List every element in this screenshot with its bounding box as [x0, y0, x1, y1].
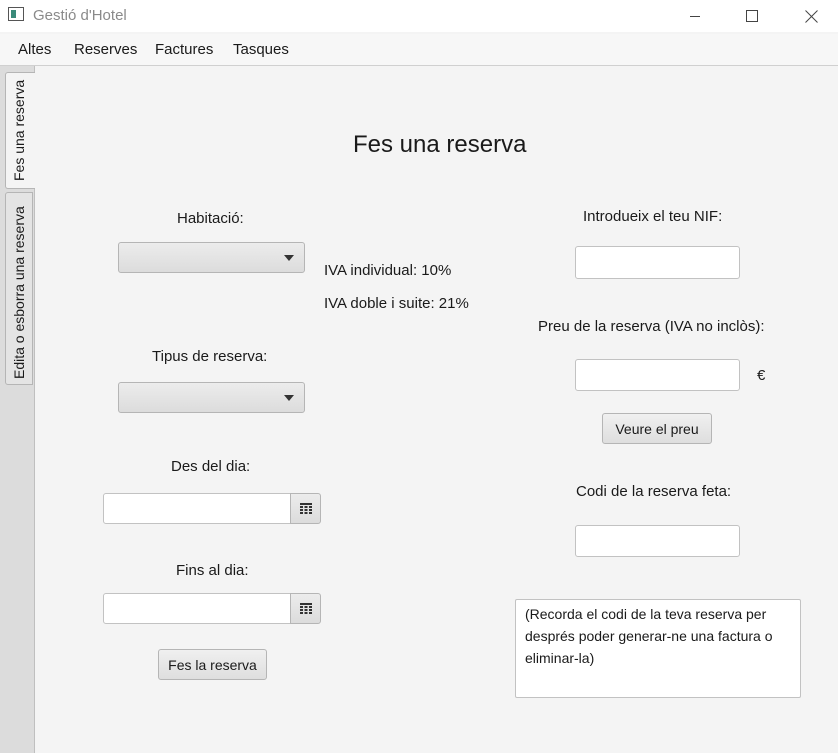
close-button[interactable]: [788, 0, 834, 32]
fins-date-input[interactable]: [103, 593, 291, 624]
tab-label: Fes una reserva: [11, 79, 27, 181]
calendar-icon: [299, 503, 312, 514]
tipus-label: Tipus de reserva:: [152, 348, 268, 365]
habitacio-label: Habitació:: [177, 210, 244, 227]
menu-factures[interactable]: Factures: [155, 41, 213, 58]
menu-tasques[interactable]: Tasques: [233, 41, 289, 58]
fins-date-picker: [103, 593, 321, 624]
preu-label: Preu de la reserva (IVA no inclòs):: [538, 318, 765, 335]
veure-el-preu-button[interactable]: Veure el preu: [602, 413, 712, 444]
nif-label: Introdueix el teu NIF:: [583, 208, 723, 225]
chevron-down-icon: [284, 255, 294, 261]
fes-la-reserva-button[interactable]: Fes la reserva: [158, 649, 267, 680]
minimize-button[interactable]: [672, 0, 718, 32]
tab-edita-o-esborra[interactable]: Edita o esborra una reserva: [5, 192, 33, 385]
nif-input[interactable]: [575, 246, 740, 279]
preu-input[interactable]: [575, 359, 740, 391]
app-icon: [8, 7, 24, 21]
fins-label: Fins al dia:: [176, 562, 249, 579]
maximize-icon: [746, 10, 758, 22]
tipus-combo[interactable]: [118, 382, 305, 413]
fins-calendar-button[interactable]: [290, 593, 321, 624]
window-title: Gestió d'Hotel: [33, 7, 127, 24]
des-date-input[interactable]: [103, 493, 291, 524]
codi-label: Codi de la reserva feta:: [576, 483, 732, 500]
iva-doble-text: IVA doble i suite: 21%: [324, 295, 469, 312]
des-label: Des del dia:: [171, 458, 251, 475]
reminder-note: (Recorda el codi de la teva reserva per …: [515, 599, 801, 698]
habitacio-combo[interactable]: [118, 242, 305, 273]
des-date-picker: [103, 493, 321, 524]
minimize-icon: [690, 16, 700, 17]
menu-bar: Altes Reserves Factures Tasques: [0, 34, 838, 66]
title-bar: Gestió d'Hotel: [0, 0, 838, 32]
des-calendar-button[interactable]: [290, 493, 321, 524]
tab-fes-una-reserva[interactable]: Fes una reserva: [5, 72, 35, 189]
tab-label: Edita o esborra una reserva: [11, 206, 27, 379]
currency-label: €: [757, 367, 766, 384]
menu-altes[interactable]: Altes: [18, 41, 51, 58]
iva-individual-text: IVA individual: 10%: [324, 262, 452, 279]
calendar-icon: [299, 603, 312, 614]
codi-input[interactable]: [575, 525, 740, 557]
close-icon: [804, 9, 818, 23]
chevron-down-icon: [284, 395, 294, 401]
maximize-button[interactable]: [729, 0, 775, 32]
page-title: Fes una reserva: [353, 131, 527, 158]
menu-reserves[interactable]: Reserves: [74, 41, 137, 58]
